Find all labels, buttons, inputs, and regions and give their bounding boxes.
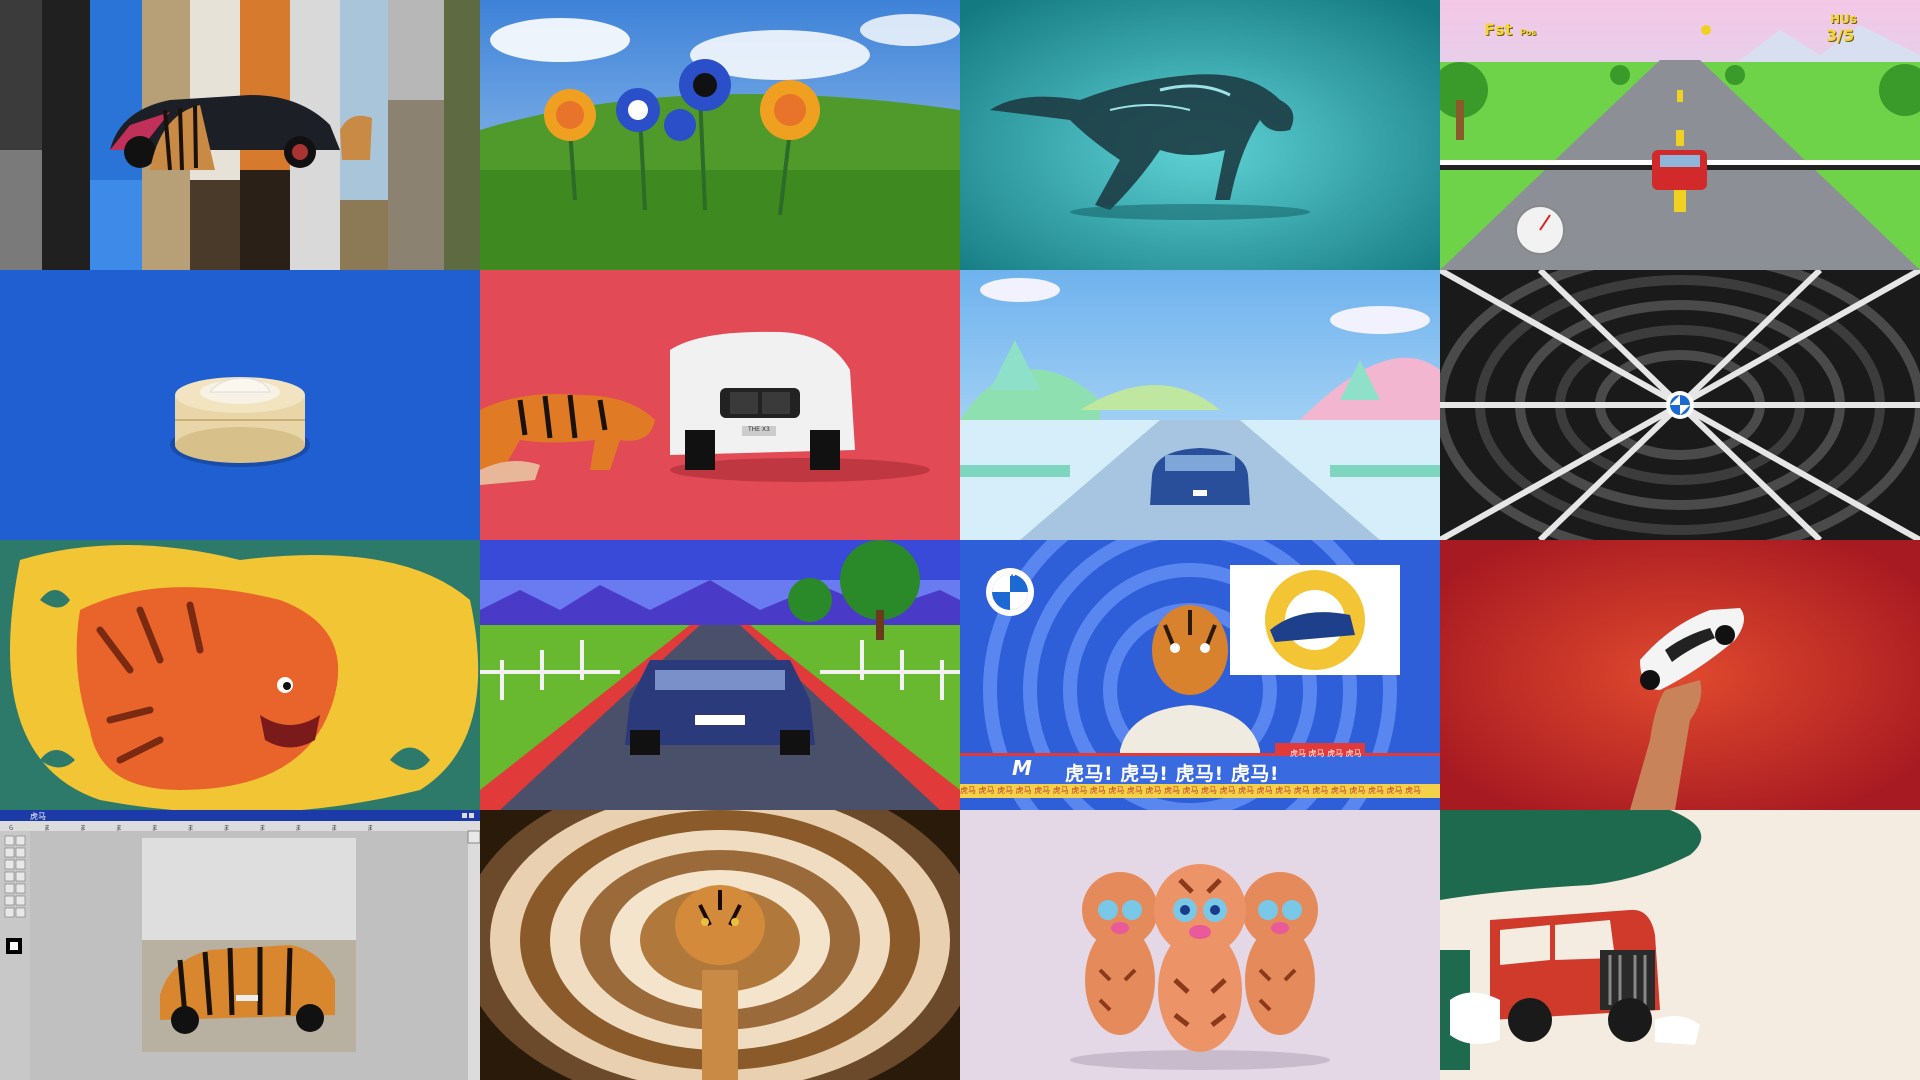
three-tigers-scene — [960, 810, 1440, 1080]
tiger-fur-tunnel-scene — [480, 810, 960, 1080]
tile-red-suv — [1440, 810, 1920, 1080]
illustrated-tiger-scene — [0, 540, 480, 810]
hud-lap-label: HUs — [1830, 12, 1857, 26]
tile-wheel-tunnel — [1440, 270, 1920, 540]
hud-position-label: Fst — [1484, 20, 1513, 39]
news-sub-label: 虎马 虎马 虎马 虎马 — [1290, 749, 1362, 758]
paint-window-title: 虎马 — [30, 812, 46, 821]
tile-hand-car — [1440, 540, 1920, 810]
tile-three-tigers — [960, 810, 1440, 1080]
tile-dumpling-steamer — [0, 270, 480, 540]
tile-mirror-strips — [0, 0, 480, 270]
tile-illustrated-tiger — [0, 540, 480, 810]
hand-car-scene — [1440, 540, 1920, 810]
bmw-logo-text: BMW — [996, 570, 1017, 578]
tiger-suv-scene — [480, 270, 960, 540]
paint-program-scene — [0, 810, 480, 1080]
dumpling-steamer-scene — [0, 270, 480, 540]
m-logo: M — [1012, 756, 1032, 780]
tile-pixel-race — [480, 540, 960, 810]
image-grid: Fst Pos HUs 3/5 THE X3 BMW M 虎马! 虎马! 虎马!… — [0, 0, 1920, 1080]
suv-plate: THE X3 — [748, 426, 770, 433]
mirror-strips-scene — [0, 0, 480, 270]
tiger-flowers-scene — [480, 0, 960, 270]
tile-candy-world — [960, 270, 1440, 540]
wheel-tunnel-scene — [1440, 270, 1920, 540]
tile-tiger-suv: THE X3 — [480, 270, 960, 540]
news-headline: 虎马! 虎马! 虎马! 虎马! — [1065, 763, 1280, 785]
tile-racing-game: Fst Pos HUs 3/5 — [1440, 0, 1920, 270]
hud-position-suffix: Pos — [1520, 28, 1537, 37]
pixel-race-scene — [480, 540, 960, 810]
tile-tiger-fur-tunnel — [480, 810, 960, 1080]
paint-menu-bar[interactable]: ら ま ま ま ま ま ま ま ま ま ま — [8, 823, 387, 832]
glass-tiger-scene — [960, 0, 1440, 270]
tile-glass-tiger — [960, 0, 1440, 270]
red-suv-scene — [1440, 810, 1920, 1080]
news-ticker: 虎马 虎马 虎马 虎马 虎马 虎马 虎马 虎马 虎马 虎马 虎马 虎马 虎马 虎… — [960, 784, 1440, 798]
tile-paint-program: 虎马 ら ま ま ま ま ま ま ま ま ま ま — [0, 810, 480, 1080]
candy-world-scene — [960, 270, 1440, 540]
tile-tiger-news: BMW M 虎马! 虎马! 虎马! 虎马! 虎马 虎马 虎马 虎马 虎马 虎马 … — [960, 540, 1440, 810]
tile-tiger-flowers — [480, 0, 960, 270]
hud-lap-value: 3/5 — [1826, 26, 1855, 45]
